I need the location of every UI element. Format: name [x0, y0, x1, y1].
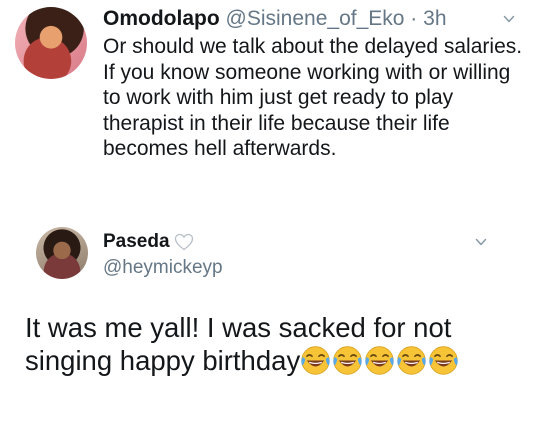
face-with-tears-of-joy-icon [365, 346, 394, 375]
paseda-avatar[interactable] [36, 227, 88, 279]
tweet1-timestamp[interactable]: 3h [423, 7, 446, 30]
tweet1-author-name[interactable]: Omodolapo [103, 7, 220, 30]
face-with-tears-of-joy-icon [333, 346, 362, 375]
chevron-down-icon[interactable] [475, 236, 487, 248]
tweet1-author-handle[interactable]: @Sisinene_of_Eko [226, 7, 405, 30]
chevron-down-icon[interactable] [503, 13, 515, 25]
tweet1-paragraph-1: Or should we talk about the delayed sala… [103, 35, 523, 58]
white-heart-icon [174, 233, 193, 251]
emoji-group [300, 345, 460, 376]
tweet1-separator: · [410, 7, 418, 30]
tweet2-author-name[interactable]: Paseda [103, 231, 170, 252]
tweet2-author-row: Paseda [103, 230, 194, 254]
omodolapo-avatar[interactable] [15, 7, 87, 79]
tweet1-text: Or should we talk about the delayed sala… [103, 34, 523, 162]
tweet1-paragraph-2: If you know someone working with or will… [103, 60, 511, 161]
tweet1-header: Omodolapo @Sisinene_of_Eko · 3h [103, 6, 447, 31]
tweet2-author-handle[interactable]: @heymickeyp [103, 256, 223, 280]
tweet2-text-block: It was me yall! I was sacked for not sin… [25, 311, 535, 377]
face-with-tears-of-joy-icon [301, 346, 330, 375]
face-with-tears-of-joy-icon [429, 346, 458, 375]
face-with-tears-of-joy-icon [397, 346, 426, 375]
